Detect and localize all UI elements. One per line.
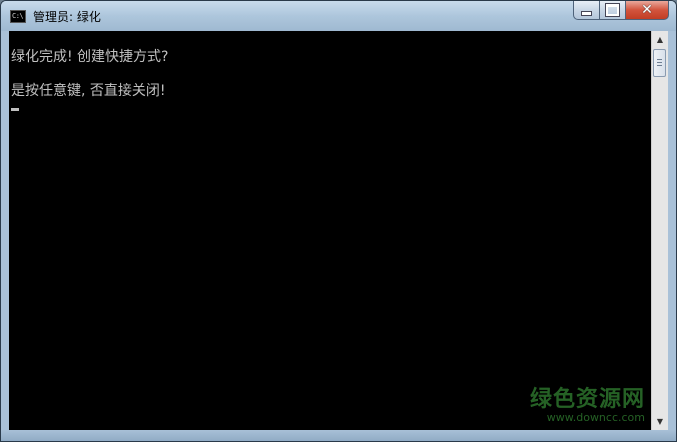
grip-line <box>657 62 662 63</box>
scroll-thumb[interactable] <box>653 49 666 77</box>
grip-line <box>657 65 662 66</box>
window-frame-right <box>668 31 676 430</box>
minimize-icon <box>581 10 592 16</box>
vertical-scrollbar[interactable]: ▲ ▼ <box>651 31 668 430</box>
text-cursor <box>11 108 19 111</box>
window-controls: ✕ <box>573 1 669 21</box>
maximize-button[interactable] <box>599 1 625 20</box>
window-title: 管理员: 绿化 <box>33 10 101 24</box>
console-line: 绿化完成! 创建快捷方式? <box>11 49 169 65</box>
chevron-down-icon: ▼ <box>656 417 664 426</box>
watermark-title: 绿色资源网 <box>529 387 645 412</box>
console-icon-text: C:\ <box>12 12 24 20</box>
scroll-down-button[interactable]: ▼ <box>652 413 668 430</box>
chevron-up-icon: ▲ <box>656 35 664 44</box>
watermark-url: www.downcc.com <box>546 411 645 424</box>
minimize-button[interactable] <box>573 1 599 20</box>
console-window: C:\ 管理员: 绿化 ✕ 绿化完成! 创建快捷方式? 是按任意键, 否直接关闭… <box>0 0 677 442</box>
console-icon[interactable]: C:\ <box>10 10 26 23</box>
window-frame-left <box>1 31 9 430</box>
window-frame-bottom <box>1 430 676 441</box>
close-icon: ✕ <box>641 2 653 18</box>
console-line: 是按任意键, 否直接关闭! <box>11 83 166 99</box>
title-bar[interactable]: C:\ 管理员: 绿化 ✕ <box>1 1 676 31</box>
scroll-up-button[interactable]: ▲ <box>652 31 668 48</box>
watermark: 绿色资源网 www.downcc.com <box>530 381 645 424</box>
close-button[interactable]: ✕ <box>625 1 669 20</box>
console-output[interactable]: 绿化完成! 创建快捷方式? 是按任意键, 否直接关闭! 绿色资源网 www.do… <box>9 31 651 430</box>
maximize-icon <box>605 3 620 17</box>
grip-line <box>657 59 662 60</box>
